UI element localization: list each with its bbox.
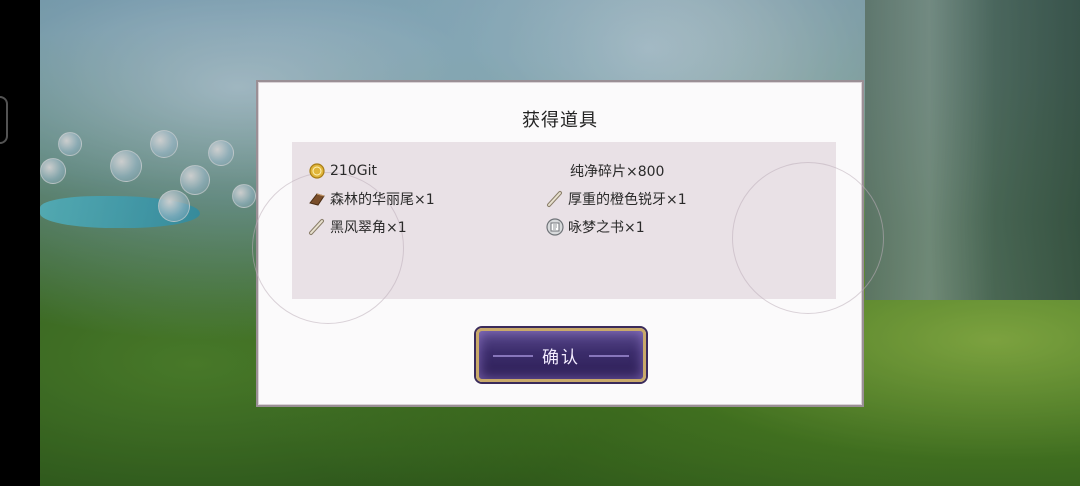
item-label: 咏梦之书×1 [568, 220, 645, 236]
reward-item: 厚重的橙色锐牙×1 [546, 188, 687, 210]
reward-item: 210Git [308, 160, 377, 182]
reward-item: 纯净碎片×800 [570, 160, 664, 182]
book-icon [546, 218, 564, 236]
decorative-ring [732, 162, 884, 314]
item-label: 森林的华丽尾×1 [330, 192, 435, 208]
reward-item: 黑风翠角×1 [308, 216, 407, 238]
bone-fang-icon [546, 190, 564, 208]
reward-item: 咏梦之书×1 [546, 216, 645, 238]
gold-coin-icon [308, 162, 326, 180]
dialog-title: 获得道具 [522, 110, 598, 131]
item-label: 210Git [330, 163, 377, 179]
items-panel: 210Git 纯净碎片×800 森林的华丽尾×1 厚重的橙色锐牙×1 黑风翠角×… [252, 142, 884, 324]
item-label: 黑风翠角×1 [330, 220, 407, 236]
item-label: 厚重的橙色锐牙×1 [568, 192, 687, 208]
item-label: 纯净碎片×800 [570, 164, 665, 180]
bone-horn-icon [308, 218, 326, 236]
confirm-button-label: 确认 [542, 347, 580, 368]
confirm-button[interactable]: 确认 [476, 328, 646, 382]
reward-item: 森林的华丽尾×1 [308, 188, 435, 210]
item-reward-dialog: 获得道具 210Git 纯净碎片×800 森林的华丽尾×1 厚重的橙色锐牙×1 [252, 80, 884, 407]
brown-tail-icon [308, 190, 326, 208]
